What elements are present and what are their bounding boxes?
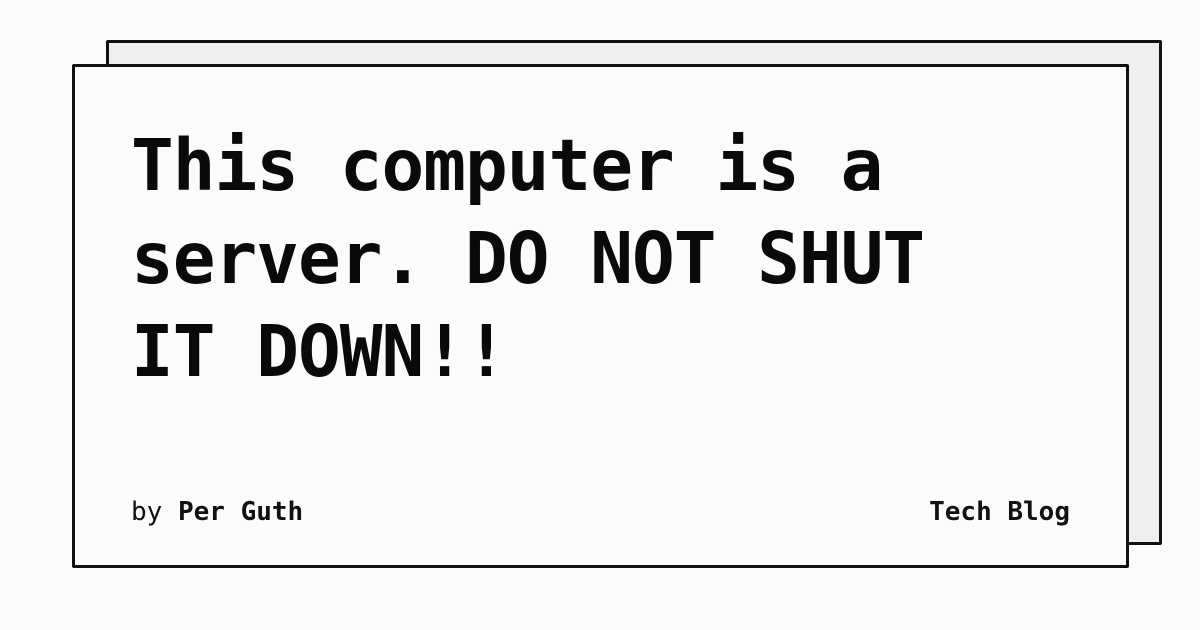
front-card: This computer is a server. DO NOT SHUT I…: [72, 64, 1129, 568]
blog-name: Tech Blog: [929, 497, 1070, 527]
byline: by Per Guth: [131, 495, 303, 529]
social-card-stage: This computer is a server. DO NOT SHUT I…: [0, 0, 1200, 630]
author-name: Per Guth: [177, 497, 304, 527]
post-title: This computer is a server. DO NOT SHUT I…: [131, 124, 925, 393]
byline-prefix: by: [131, 497, 163, 527]
